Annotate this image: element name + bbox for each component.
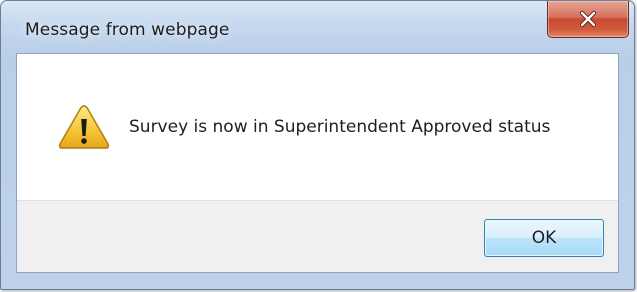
title-bar[interactable]: Message from webpage [1,1,634,53]
dialog-title: Message from webpage [25,20,230,40]
message-text: Survey is now in Superintendent Approved… [129,117,551,137]
warning-icon [58,105,110,149]
dialog-body: Survey is now in Superintendent Approved… [16,53,619,273]
close-icon [579,10,597,28]
ok-button[interactable]: OK [484,219,604,257]
close-button[interactable] [547,1,629,38]
message-area: Survey is now in Superintendent Approved… [17,54,618,200]
button-bar: OK [17,200,618,272]
message-dialog: Message from webpage Survey is now in Su… [0,0,635,290]
